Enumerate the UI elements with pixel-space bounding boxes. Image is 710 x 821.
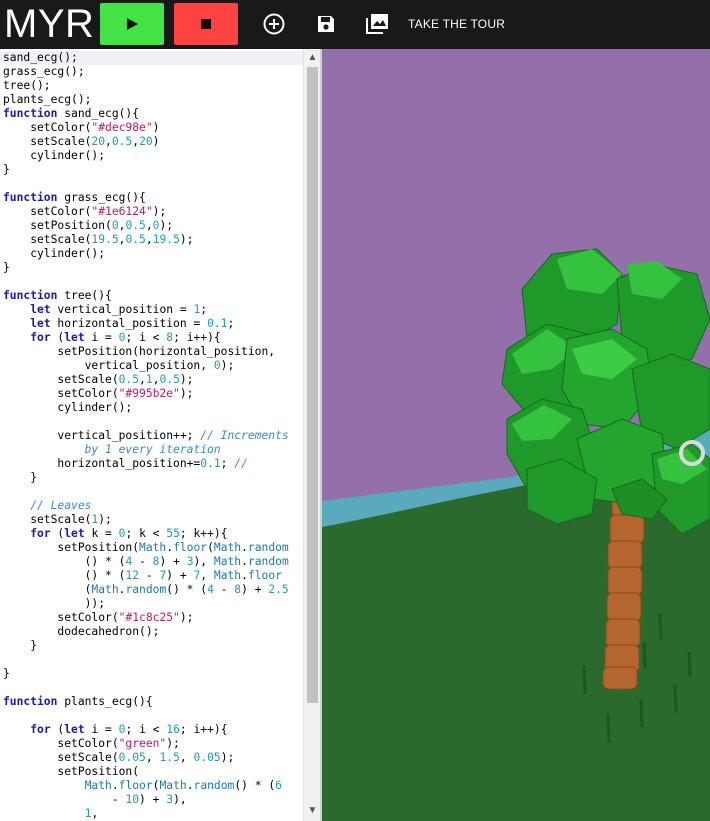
code-line[interactable]: setColor("#995b2e"); — [3, 387, 303, 401]
stop-button[interactable] — [174, 3, 238, 45]
run-button[interactable] — [100, 3, 164, 45]
code-line[interactable]: cylinder(); — [3, 401, 303, 415]
code-line[interactable]: Math.floor(Math.random() * (6 — [3, 779, 303, 793]
code-line[interactable] — [3, 681, 303, 695]
code-line[interactable]: function plants_ecg(){ — [3, 695, 303, 709]
scroll-down-arrow-icon[interactable]: ▼ — [307, 805, 318, 817]
editor-scrollbar[interactable]: ▲ ▼ — [303, 49, 321, 821]
code-line[interactable] — [3, 415, 303, 429]
code-line[interactable]: setPosition(Math.floor(Math.random — [3, 541, 303, 555]
code-editor[interactable]: sand_ecg(); grass_ecg(); tree(); plants_ecg… — [0, 49, 320, 821]
stop-icon — [201, 19, 211, 29]
code-line[interactable]: tree(); — [3, 79, 303, 93]
code-line[interactable]: let vertical_position = 1; — [3, 303, 303, 317]
code-line[interactable]: setColor("#dec98e") — [3, 121, 303, 135]
code-line[interactable]: sand_ecg(); — [0, 51, 303, 65]
photo-library-icon — [366, 14, 388, 34]
code-line[interactable]: // Leaves — [3, 499, 303, 513]
code-line[interactable]: function tree(){ — [3, 289, 303, 303]
code-line[interactable]: } — [3, 163, 303, 177]
code-text[interactable]: sand_ecg(); grass_ecg(); tree(); plants_ecg… — [0, 51, 303, 821]
collection-button[interactable] — [364, 11, 390, 37]
code-line[interactable]: } — [3, 667, 303, 681]
code-line[interactable]: 1, — [3, 807, 303, 821]
code-line[interactable]: vertical_position, 0); — [3, 359, 303, 373]
code-line[interactable] — [3, 709, 303, 723]
code-line[interactable]: let horizontal_position = 0.1; — [3, 317, 303, 331]
code-line[interactable]: (Math.random() * (4 - 8) + 2.5 — [3, 583, 303, 597]
code-line[interactable]: by 1 every iteration — [3, 443, 303, 457]
code-line[interactable]: } — [3, 639, 303, 653]
code-line[interactable]: setColor("#1e6124"); — [3, 205, 303, 219]
code-line[interactable]: } — [3, 261, 303, 275]
save-button[interactable] — [313, 11, 339, 37]
code-line[interactable]: setPosition(horizontal_position, — [3, 345, 303, 359]
code-line[interactable]: setPosition(0,0.5,0); — [3, 219, 303, 233]
save-icon — [318, 16, 334, 32]
take-the-tour-link[interactable]: TAKE THE TOUR — [408, 17, 505, 31]
tree-leaves — [501, 248, 710, 535]
scroll-up-arrow-icon[interactable]: ▲ — [307, 52, 318, 64]
code-line[interactable]: () * (4 - 8) + 3), Math.random — [3, 555, 303, 569]
code-line[interactable]: setColor("#1c8c25"); — [3, 611, 303, 625]
new-scene-button[interactable] — [261, 11, 287, 37]
code-line[interactable]: setScale(0.5,1,0.5); — [3, 373, 303, 387]
code-line[interactable]: for (let i = 0; i < 16; i++){ — [3, 723, 303, 737]
code-line[interactable] — [3, 177, 303, 191]
code-line[interactable]: dodecahedron(); — [3, 625, 303, 639]
code-line[interactable]: grass_ecg(); — [3, 65, 303, 79]
top-toolbar: MYR TAKE THE TOUR — [0, 0, 710, 49]
code-line[interactable]: plants_ecg(); — [3, 93, 303, 107]
scene-viewport[interactable] — [322, 49, 710, 821]
code-line[interactable]: setScale(20,0.5,20) — [3, 135, 303, 149]
code-line[interactable] — [3, 653, 303, 667]
code-line[interactable]: setScale(0.05, 1.5, 0.05); — [3, 751, 303, 765]
code-line[interactable]: )); — [3, 597, 303, 611]
code-line[interactable]: setColor("green"); — [3, 737, 303, 751]
code-line[interactable] — [3, 275, 303, 289]
code-line[interactable]: function grass_ecg(){ — [3, 191, 303, 205]
code-line[interactable]: for (let k = 0; k < 55; k++){ — [3, 527, 303, 541]
code-line[interactable]: cylinder(); — [3, 149, 303, 163]
code-line[interactable]: - 10) + 3), — [3, 793, 303, 807]
code-line[interactable] — [3, 485, 303, 499]
add-circle-icon — [263, 13, 285, 35]
code-line[interactable]: vertical_position++; // Increments — [3, 429, 303, 443]
code-line[interactable]: horizontal_position+=0.1; // — [3, 457, 303, 471]
code-line[interactable]: cylinder(); — [3, 247, 303, 261]
code-line[interactable]: setScale(19.5,0.5,19.5); — [3, 233, 303, 247]
code-line[interactable]: () * (12 - 7) + 7, Math.floor — [3, 569, 303, 583]
code-line[interactable]: setScale(1); — [3, 513, 303, 527]
code-line[interactable]: setPosition( — [3, 765, 303, 779]
app-logo: MYR — [4, 2, 95, 46]
scene-canvas[interactable] — [322, 49, 710, 821]
code-line[interactable]: function sand_ecg(){ — [3, 107, 303, 121]
play-icon — [127, 18, 138, 30]
code-line[interactable]: for (let i = 0; i < 8; i++){ — [3, 331, 303, 345]
scrollbar-thumb[interactable] — [307, 67, 318, 703]
code-line[interactable]: } — [3, 471, 303, 485]
